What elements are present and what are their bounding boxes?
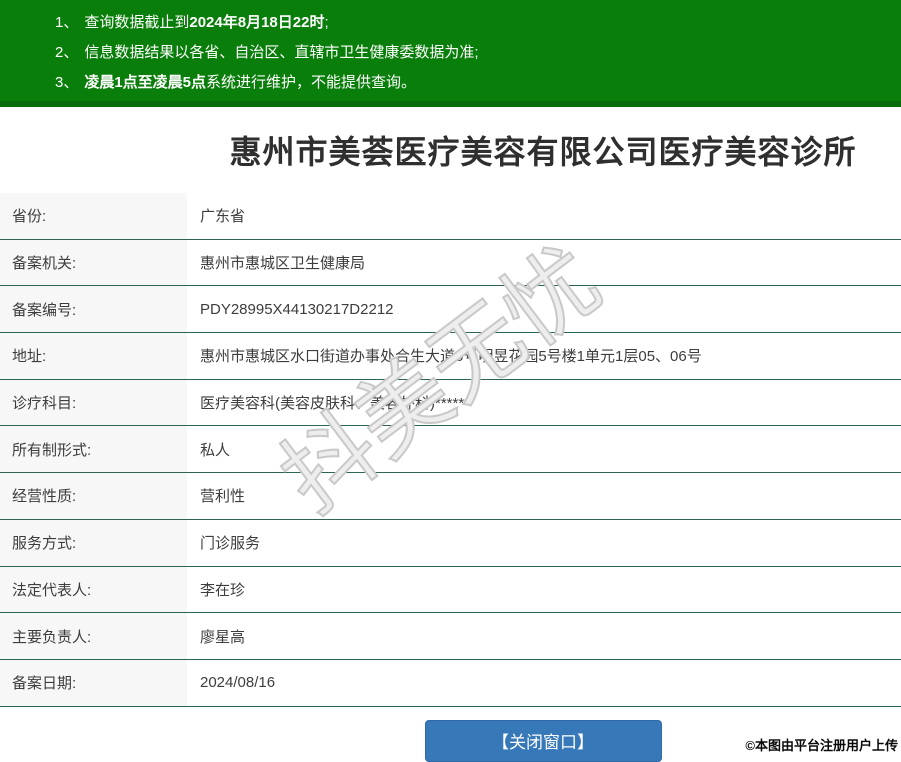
table-row-ownership: 所有制形式: 私人 (0, 426, 901, 474)
row-label: 省份: (0, 193, 187, 239)
row-label: 备案编号: (0, 286, 187, 333)
row-label: 地址: (0, 333, 187, 379)
notice-number: 3、 (55, 74, 79, 91)
row-value: 私人 (200, 441, 231, 459)
notice-number: 1、 (55, 14, 79, 31)
notice-line-3: 3、 凌晨1点至凌晨5点系统进行维护，不能提供查询。 (55, 68, 891, 98)
row-value: 门诊服务 (200, 535, 261, 553)
row-label: 经营性质: (0, 473, 187, 519)
table-row-legal-representative: 法定代表人: 李在珍 (0, 566, 901, 614)
row-label: 所有制形式: (0, 426, 187, 473)
page-title: 惠州市美荟医疗美容有限公司医疗美容诊所 (229, 134, 857, 170)
notice-number: 2、 (55, 44, 79, 61)
notice-text-bold: 2024年8月18日22时 (189, 14, 325, 31)
notice-text: 系统进行维护，不能提供查询。 (206, 74, 417, 91)
notice-text: ; (324, 14, 329, 31)
notice-text: 信息数据结果以各省、自治区、直辖市卫生健康委数据为准; (84, 44, 479, 61)
row-value: 惠州市惠城区水口街道办事处合生大道5号明昱花园5号楼1单元1层05、06号 (200, 348, 702, 366)
row-value: PDY28995X44130217D2212 (200, 300, 394, 318)
info-table: 省份: 广东省 备案机关: 惠州市惠城区卫生健康局 备案编号: PDY28995… (0, 193, 901, 707)
row-value: 医疗美容科(美容皮肤科、美容外科)****** (200, 395, 471, 413)
table-row-filing-authority: 备案机关: 惠州市惠城区卫生健康局 (0, 239, 901, 287)
notice-line-2: 2、 信息数据结果以各省、自治区、直辖市卫生健康委数据为准; (55, 38, 891, 68)
table-row-address: 地址: 惠州市惠城区水口街道办事处合生大道5号明昱花园5号楼1单元1层05、06… (0, 333, 901, 380)
row-label: 诊疗科目: (0, 379, 187, 426)
row-value: 营利性 (200, 488, 246, 506)
row-label: 服务方式: (0, 519, 187, 566)
row-label: 备案日期: (0, 659, 187, 706)
row-value: 广东省 (200, 208, 246, 226)
table-row-filing-date: 备案日期: 2024/08/16 (0, 659, 901, 707)
notice-line-1: 1、 查询数据截止到2024年8月18日22时; (55, 8, 891, 38)
row-value: 廖星高 (200, 628, 246, 646)
table-row-province: 省份: 广东省 (0, 193, 901, 240)
title-area: 惠州市美荟医疗美容有限公司医疗美容诊所 (185, 107, 901, 193)
corner-watermark: ©本图由平台注册用户上传 (745, 738, 898, 753)
table-row-filing-number: 备案编号: PDY28995X44130217D2212 (0, 286, 901, 334)
table-row-service-mode: 服务方式: 门诊服务 (0, 519, 901, 567)
row-label: 法定代表人: (0, 566, 187, 613)
row-value: 李在珍 (200, 581, 246, 599)
table-row-business-nature: 经营性质: 营利性 (0, 473, 901, 520)
table-row-principal: 主要负责人: 廖星高 (0, 613, 901, 660)
close-window-button[interactable]: 【关闭窗口】 (424, 719, 662, 762)
row-label: 主要负责人: (0, 613, 187, 659)
notice-text: 查询数据截止到 (84, 14, 190, 31)
row-value: 惠州市惠城区卫生健康局 (200, 255, 366, 273)
notice-text-bold: 凌晨1点至凌晨5点 (84, 74, 207, 91)
notice-banner: 1、 查询数据截止到2024年8月18日22时; 2、 信息数据结果以各省、自治区、… (0, 0, 901, 107)
table-row-clinical-subjects: 诊疗科目: 医疗美容科(美容皮肤科、美容外科)****** (0, 379, 901, 427)
row-label: 备案机关: (0, 239, 187, 286)
row-value: 2024/08/16 (200, 674, 276, 692)
